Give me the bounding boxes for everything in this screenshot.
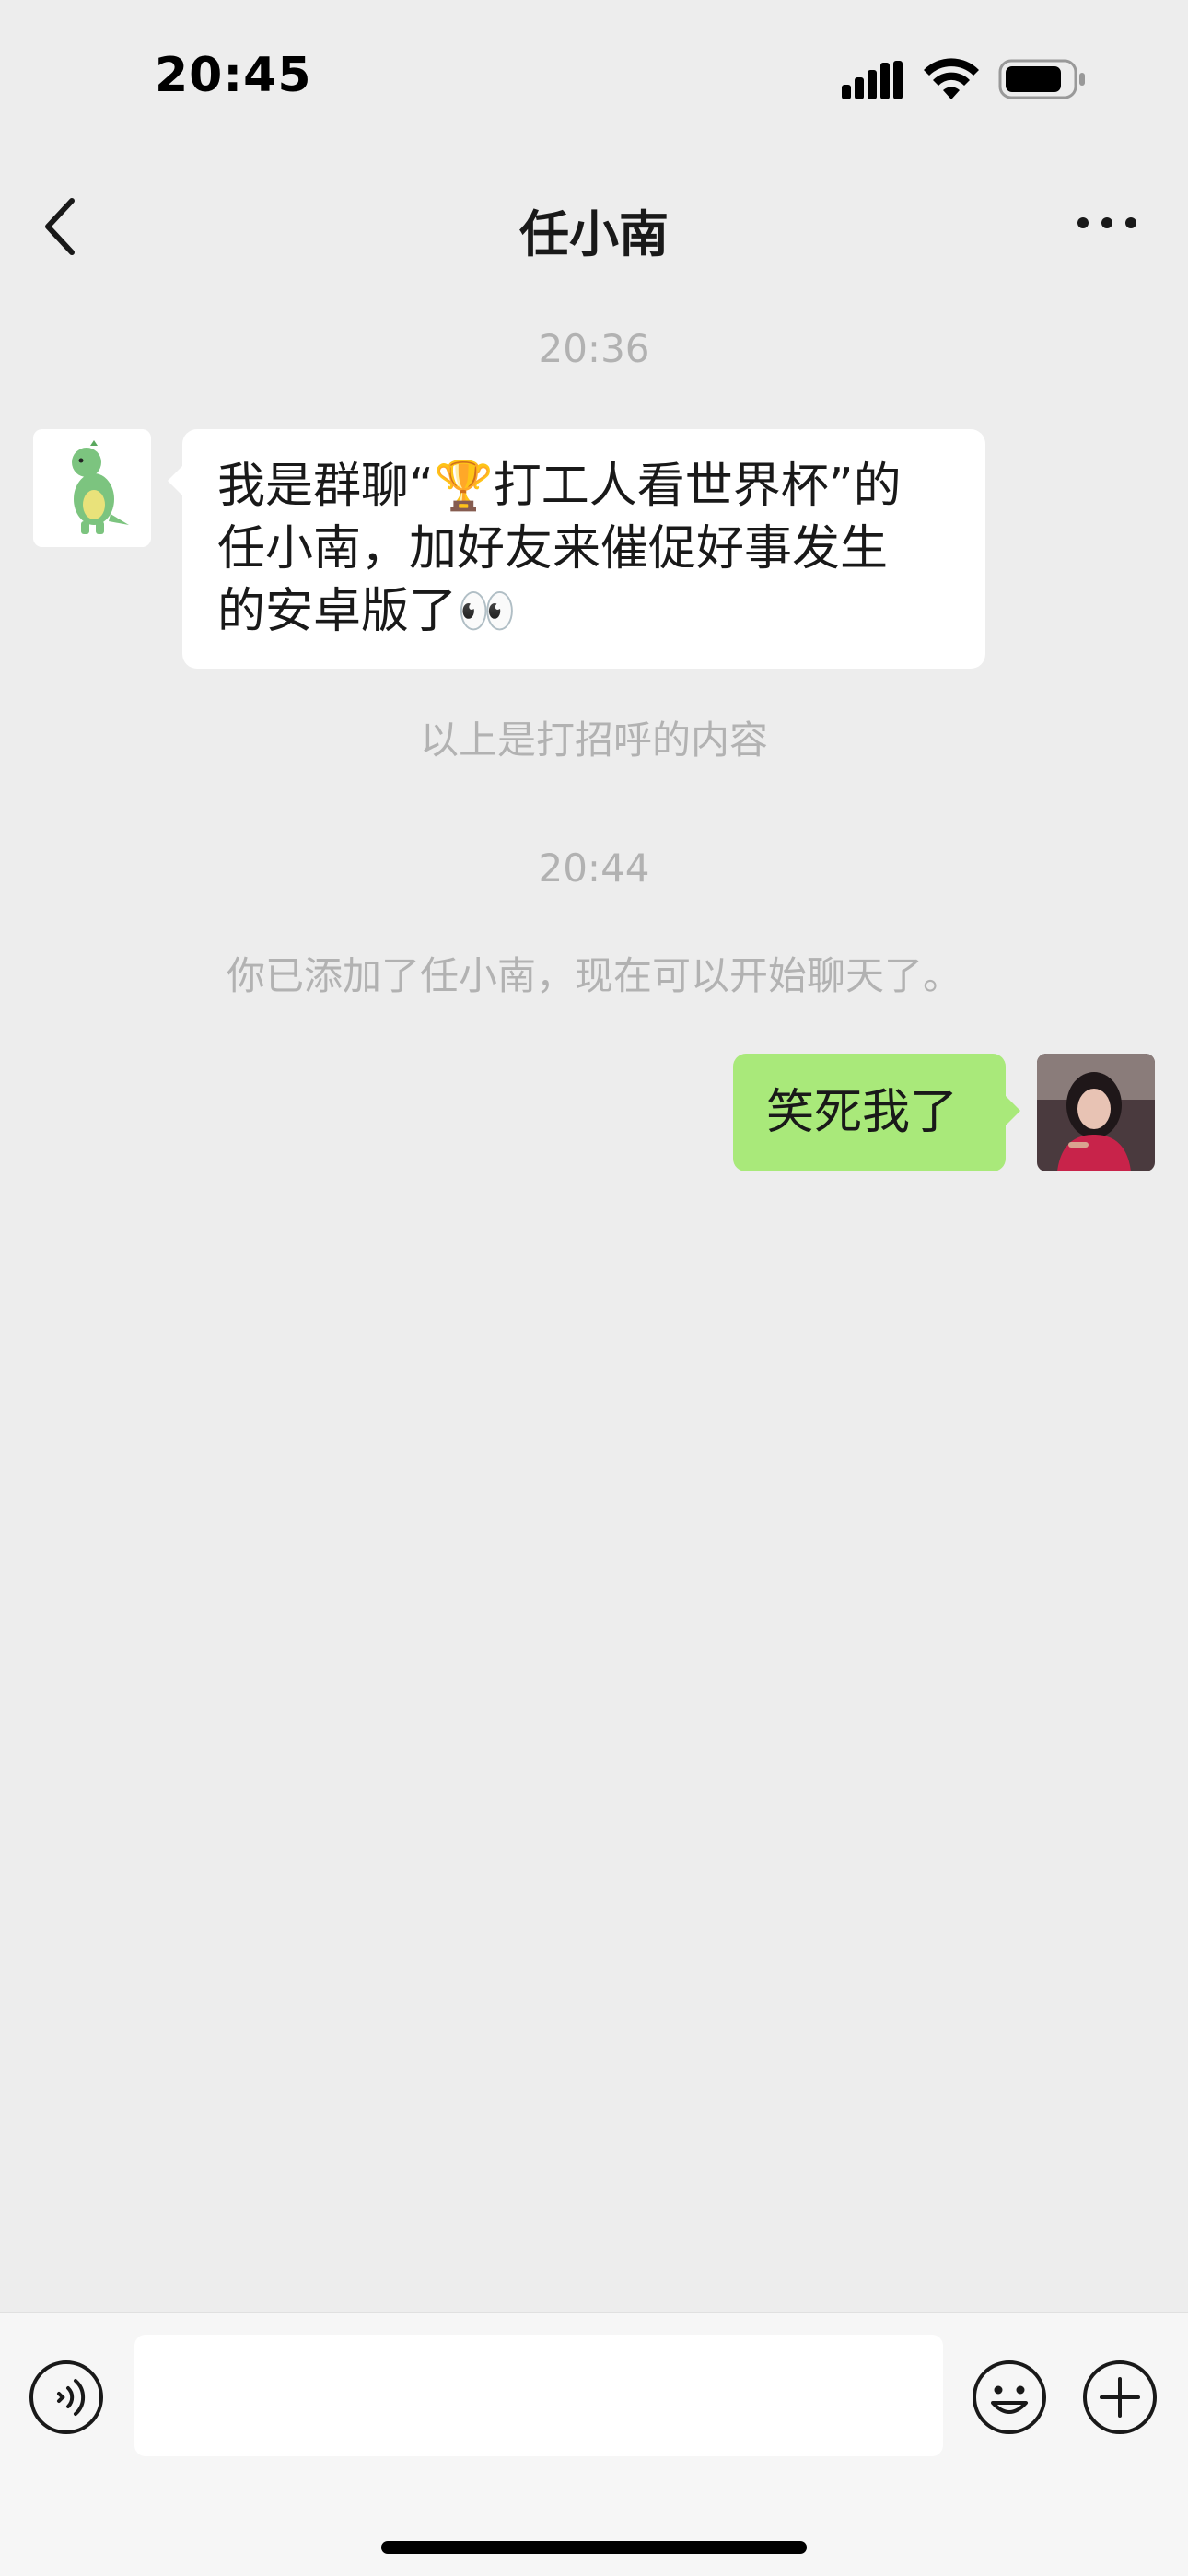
message-text: 的安卓版了 — [217, 584, 458, 639]
message-text: 打工人看世界杯”的 — [493, 459, 902, 514]
dinosaur-icon — [33, 429, 151, 547]
status-time: 20:45 — [155, 48, 312, 103]
message-line: 的安卓版了👀 — [217, 580, 952, 643]
trophy-icon: 🏆 — [433, 459, 494, 514]
battery-icon — [998, 59, 1085, 99]
home-indicator[interactable] — [381, 2541, 807, 2554]
incoming-message-bubble[interactable]: 我是群聊“🏆打工人看世界杯”的 任小南，加好友来催促好事发生 的安卓版了👀 — [168, 429, 985, 669]
eyes-icon: 👀 — [457, 584, 517, 639]
message-line: 任小南，加好友来催促好事发生 — [217, 521, 889, 577]
friend-added-note: 你已添加了任小南，现在可以开始聊天了。 — [226, 953, 961, 998]
more-icon[interactable] — [1070, 204, 1144, 241]
wifi-icon — [924, 58, 979, 99]
user-photo-avatar[interactable] — [1037, 1054, 1155, 1171]
timestamp: 20:36 — [538, 326, 650, 371]
dinosaur-avatar[interactable] — [33, 429, 151, 547]
message-text: 笑死我了 — [766, 1085, 959, 1140]
voice-icon[interactable] — [28, 2359, 105, 2436]
outgoing-message-bubble[interactable]: 笑死我了 — [733, 1054, 1020, 1171]
plus-icon[interactable] — [1081, 2359, 1159, 2436]
message-line: 我是群聊“🏆打工人看世界杯”的 — [217, 455, 952, 518]
message-text: 我是群聊“ — [217, 459, 434, 514]
message-input[interactable] — [134, 2335, 943, 2456]
chat-title: 任小南 — [519, 205, 669, 263]
greeting-note: 以上是打招呼的内容 — [419, 717, 768, 763]
input-bar — [0, 2312, 1188, 2576]
status-bar: 20:45 — [0, 0, 1188, 157]
user-photo-icon — [1037, 1054, 1155, 1171]
signal-icon — [842, 61, 903, 99]
emoji-icon[interactable] — [971, 2359, 1048, 2436]
nav-bar: 任小南 — [0, 157, 1188, 295]
timestamp: 20:44 — [538, 845, 650, 891]
